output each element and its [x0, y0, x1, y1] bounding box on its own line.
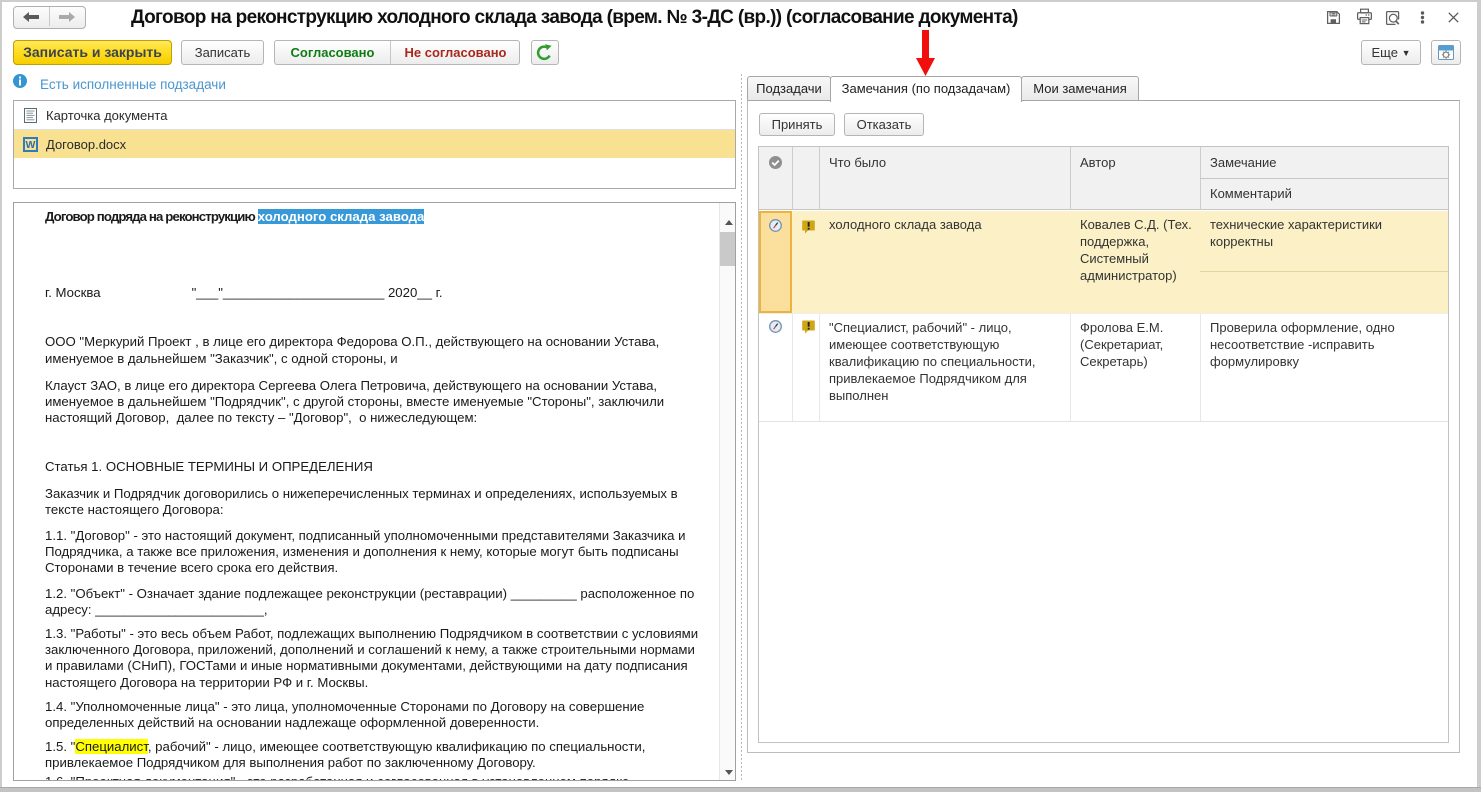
svg-text:W: W: [26, 139, 36, 151]
